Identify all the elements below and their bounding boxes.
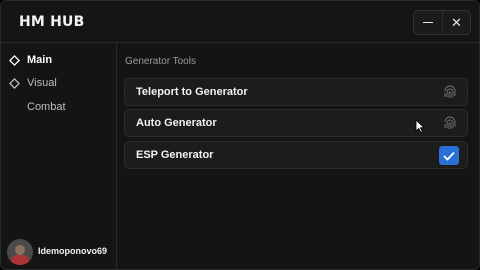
esp-generator-toggle[interactable]: ESP Generator <box>124 141 468 169</box>
fingerprint-icon <box>444 85 456 98</box>
username: Idemoponovo69 <box>38 246 108 256</box>
sidebar-item-label: Combat <box>27 101 66 113</box>
diamond-icon <box>9 78 20 89</box>
main-content: Generator Tools Teleport to Generator Au… <box>117 43 479 269</box>
row-label: ESP Generator <box>136 149 214 161</box>
app-window: HM HUB ✕ Main Visual Combat Idemoponovo6… <box>0 0 480 270</box>
minimize-button[interactable] <box>414 11 442 34</box>
sidebar-item-visual[interactable]: Visual <box>1 74 117 94</box>
close-icon: ✕ <box>451 14 462 30</box>
title-bar: HM HUB ✕ <box>1 1 479 43</box>
minimize-icon <box>422 21 433 24</box>
mouse-cursor-icon <box>415 119 425 133</box>
checkmark-icon <box>443 151 455 161</box>
sidebar-item-label: Main <box>27 54 53 66</box>
window-controls: ✕ <box>413 10 471 35</box>
diamond-icon <box>9 55 20 66</box>
row-label: Auto Generator <box>136 117 217 129</box>
app-title: HM HUB <box>19 14 85 30</box>
user-profile[interactable]: Idemoponovo69 <box>7 239 115 267</box>
sidebar-item-combat[interactable]: Combat <box>1 98 117 118</box>
teleport-to-generator-button[interactable]: Teleport to Generator <box>124 78 468 106</box>
avatar <box>7 239 33 265</box>
section-title: Generator Tools <box>125 56 196 67</box>
row-label: Teleport to Generator <box>136 86 248 98</box>
esp-generator-checkbox[interactable] <box>439 146 459 165</box>
close-button[interactable]: ✕ <box>441 11 470 34</box>
sidebar: Main Visual Combat Idemoponovo69 <box>1 43 117 269</box>
sidebar-item-label: Visual <box>27 77 57 89</box>
fingerprint-icon <box>444 116 456 129</box>
sidebar-item-main[interactable]: Main <box>1 51 117 71</box>
